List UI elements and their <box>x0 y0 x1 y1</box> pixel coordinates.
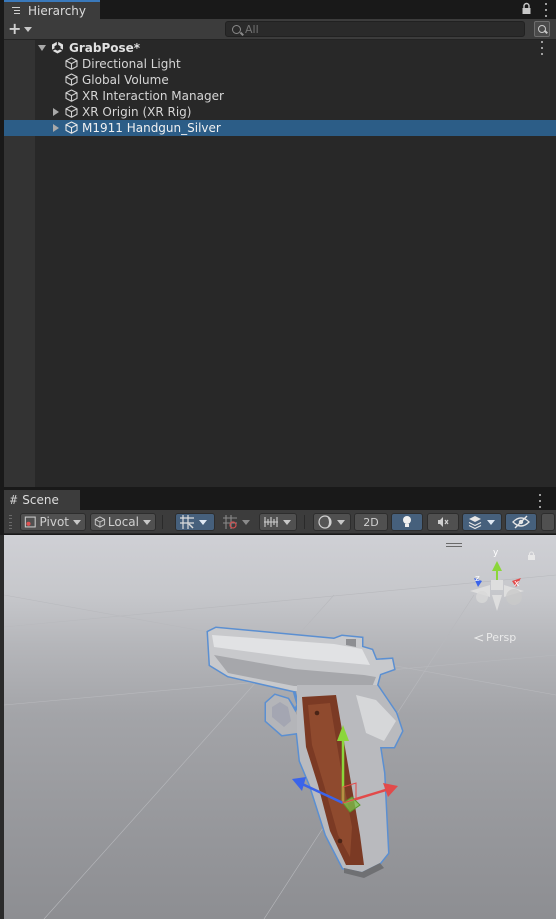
local-space-icon <box>94 516 106 528</box>
tab-hierarchy[interactable]: Hierarchy <box>4 0 100 19</box>
hierarchy-menu-icon[interactable] <box>544 3 548 17</box>
scene-grid-icon: # <box>10 493 18 507</box>
shading-sphere-icon <box>318 515 332 529</box>
scene-grid-line <box>4 574 556 919</box>
chevron-down-icon <box>143 519 151 525</box>
chevron-down-icon <box>242 519 250 525</box>
hierarchy-tab-bar: Hierarchy <box>0 0 556 19</box>
search-input[interactable] <box>245 22 505 36</box>
tree-row-label: M1911 Handgun_Silver <box>82 121 221 135</box>
chevron-down-icon <box>199 519 207 525</box>
scene-toolbar: Pivot Local 2D <box>4 510 556 534</box>
z-axis-arrow-icon[interactable] <box>292 777 306 791</box>
chevron-down-icon <box>283 519 291 525</box>
axis-x-label: x <box>514 579 520 589</box>
visibility-eye-icon <box>512 515 530 529</box>
chevron-down-icon <box>487 519 495 525</box>
plus-icon: + <box>8 19 22 38</box>
tree-row-label: Global Volume <box>82 73 169 87</box>
scene-visibility-toggle[interactable] <box>505 513 537 531</box>
mode-2d-toggle[interactable]: 2D <box>354 513 388 531</box>
pivot-label: Pivot <box>39 515 69 529</box>
projection-label: Persp <box>486 631 517 644</box>
scene-viewport[interactable]: y x z Persp <box>4 535 556 919</box>
tab-hierarchy-label: Hierarchy <box>28 3 87 18</box>
scene-tab-bar: # Scene <box>0 490 556 510</box>
hierarchy-tree: GrabPose* Directional Light Global Volum… <box>4 40 556 487</box>
projection-toggle[interactable]: Persp <box>474 631 516 644</box>
foldout-collapsed-icon[interactable] <box>53 124 59 132</box>
more-toolbar-button[interactable] <box>541 513 555 531</box>
tree-row-m1911-handgun[interactable]: M1911 Handgun_Silver <box>4 120 556 136</box>
mode-2d-label: 2D <box>363 515 379 529</box>
foldout-expanded-icon[interactable] <box>38 45 46 51</box>
pivot-dropdown[interactable]: Pivot <box>20 513 86 531</box>
tree-row-label: XR Interaction Manager <box>82 89 224 103</box>
audio-toggle[interactable] <box>427 513 459 531</box>
effects-layers-icon <box>468 516 482 530</box>
foldout-collapsed-icon[interactable] <box>53 108 59 116</box>
tab-scene-label: Scene <box>22 493 59 507</box>
orientation-gizmo[interactable]: y x z <box>470 548 524 611</box>
tree-row-xr-origin[interactable]: XR Origin (XR Rig) <box>4 104 556 120</box>
local-dropdown[interactable]: Local <box>90 513 156 531</box>
grid-snap-icon <box>180 515 194 529</box>
toolbar-grip-icon[interactable] <box>9 515 13 529</box>
snap-settings-dropdown[interactable] <box>259 513 297 531</box>
hierarchy-toolbar: + <box>4 19 556 40</box>
tree-row-global-volume[interactable]: Global Volume <box>4 72 556 88</box>
toolbar-separator <box>162 515 163 529</box>
unity-scene-icon <box>51 41 64 54</box>
search-filter-button[interactable] <box>534 21 550 37</box>
gizmo-lock-icon[interactable] <box>527 551 536 561</box>
handgun-model[interactable] <box>206 626 404 878</box>
audio-mute-icon <box>438 517 449 527</box>
overlay-menu-icon[interactable] <box>446 543 462 547</box>
lock-icon[interactable] <box>521 2 532 16</box>
tab-scene[interactable]: # Scene <box>4 490 80 510</box>
increment-snap-toggle[interactable] <box>218 513 256 531</box>
gameobject-cube-icon <box>65 73 78 86</box>
scene-render[interactable]: y x z <box>4 535 556 919</box>
search-icon <box>232 24 241 34</box>
effects-dropdown[interactable] <box>462 513 502 531</box>
toolbar-separator <box>304 515 305 529</box>
axis-y-label: y <box>493 548 499 558</box>
increment-snap-icon <box>223 515 237 529</box>
perspective-icon <box>474 634 484 641</box>
pivot-icon <box>24 516 36 528</box>
local-label: Local <box>107 515 139 529</box>
chevron-down-icon <box>337 519 345 525</box>
chevron-down-icon <box>24 26 33 32</box>
hierarchy-search[interactable] <box>225 21 525 37</box>
scene-menu-icon[interactable] <box>540 41 544 55</box>
lightbulb-icon <box>403 516 411 527</box>
hierarchy-list-icon <box>10 6 22 16</box>
tree-row-label: XR Origin (XR Rig) <box>82 105 192 119</box>
gameobject-cube-icon <box>65 105 78 118</box>
gameobject-cube-icon <box>65 89 78 102</box>
axis-z-label: z <box>475 574 480 584</box>
chevron-down-icon <box>73 519 81 525</box>
gameobject-cube-icon <box>65 57 78 70</box>
grid-snap-toggle[interactable] <box>175 513 215 531</box>
tree-row-label: Directional Light <box>82 57 181 71</box>
shading-mode-dropdown[interactable] <box>313 513 351 531</box>
tree-row-directional-light[interactable]: Directional Light <box>4 56 556 72</box>
lighting-toggle[interactable] <box>391 513 423 531</box>
y-cone-icon[interactable] <box>492 561 502 571</box>
create-dropdown-button[interactable]: + <box>8 21 38 37</box>
tree-row-scene[interactable]: GrabPose* <box>4 40 556 56</box>
tree-row-xr-interaction-manager[interactable]: XR Interaction Manager <box>4 88 556 104</box>
tree-row-label: GrabPose* <box>69 41 141 55</box>
gameobject-cube-icon <box>65 121 78 134</box>
scene-panel-menu-icon[interactable] <box>538 494 542 508</box>
snap-ruler-icon <box>264 517 278 527</box>
